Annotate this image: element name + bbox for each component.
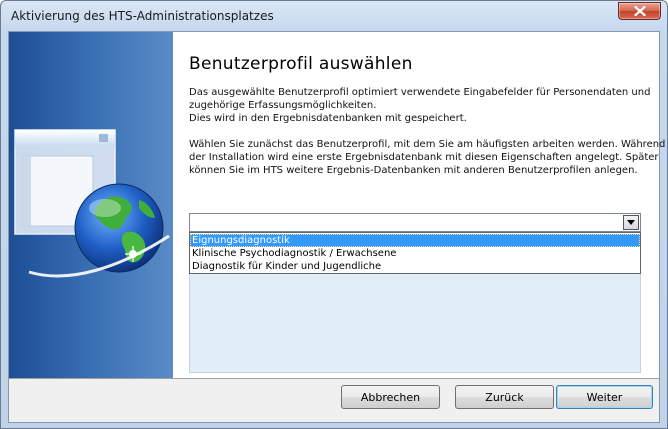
window-title: Aktivierung des HTS-Administrationsplatz…	[11, 9, 274, 23]
back-button[interactable]: Zurück	[455, 385, 554, 409]
paragraph-line: zugehörige Erfassungsmöglichkeiten.	[189, 100, 377, 111]
profile-option-klinische-psychodiagnostik[interactable]: Klinische Psychodiagnostik / Erwachsene	[190, 247, 640, 260]
dialog-window: Aktivierung des HTS-Administrationsplatz…	[0, 0, 668, 429]
profile-dropdown-list[interactable]: Eignungsdiagnostik Klinische Psychodiagn…	[189, 232, 641, 274]
combobox-dropdown-button[interactable]	[623, 215, 639, 230]
profile-option-kinder-jugendliche[interactable]: Diagnostik für Kinder und Jugendliche	[190, 260, 640, 273]
paragraph-line: können Sie im HTS weitere Ergebnis-Daten…	[189, 165, 638, 176]
chevron-down-icon	[627, 220, 635, 225]
paragraph-line: Wählen Sie zunächst das Benutzerprofil, …	[189, 139, 666, 150]
next-button[interactable]: Weiter	[556, 385, 653, 409]
profile-list-area	[189, 274, 641, 373]
paragraph-line: Dies wird in den Ergebnisdatenbanken mit…	[189, 113, 467, 124]
page-title: Benutzerprofil auswählen	[189, 54, 413, 74]
profile-option-eignungsdiagnostik[interactable]: Eignungsdiagnostik	[190, 234, 640, 247]
paragraph-line: Das ausgewählte Benutzerprofil optimiert…	[189, 87, 651, 98]
dialog-client-area: Benutzerprofil auswählen Das ausgewählte…	[8, 31, 665, 423]
description-paragraph-1: Das ausgewählte Benutzerprofil optimiert…	[189, 86, 650, 125]
side-banner	[9, 32, 173, 378]
profile-combobox[interactable]	[189, 213, 641, 232]
combobox-value	[190, 216, 640, 229]
globe-window-icon	[14, 129, 170, 278]
paragraph-line: der Installation wird eine erste Ergebni…	[189, 152, 659, 163]
description-paragraph-2: Wählen Sie zunächst das Benutzerprofil, …	[189, 138, 665, 177]
title-bar[interactable]: Aktivierung des HTS-Administrationsplatz…	[1, 1, 667, 31]
cancel-button[interactable]: Abbrechen	[341, 385, 440, 409]
content-panel: Benutzerprofil auswählen Das ausgewählte…	[173, 32, 665, 378]
close-button[interactable]	[618, 2, 661, 20]
close-icon	[633, 6, 646, 16]
footer-divider	[9, 378, 659, 379]
